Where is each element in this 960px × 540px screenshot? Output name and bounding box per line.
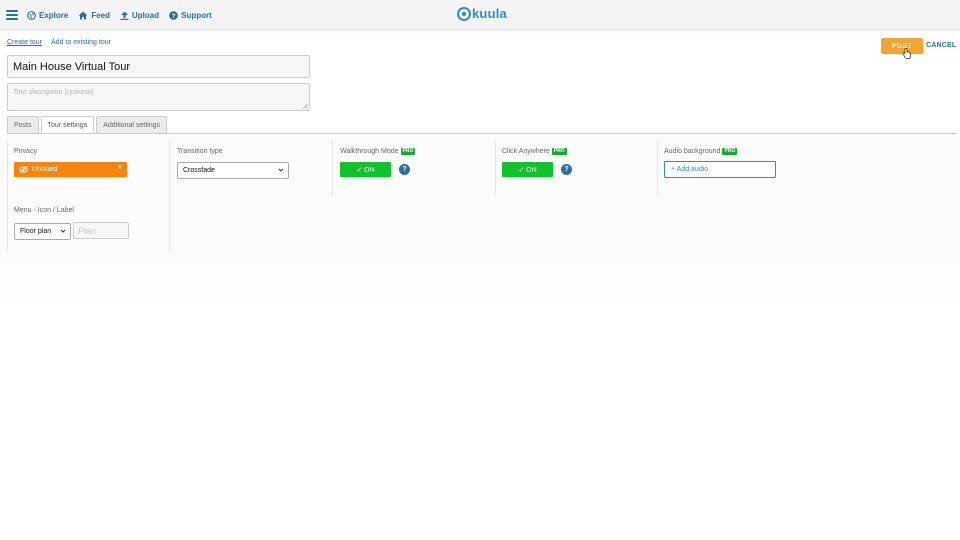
walkthrough-label: Walkthrough Mode PRO xyxy=(340,148,416,155)
description-placeholder: Tour description (optional) xyxy=(13,89,94,96)
tab-divider xyxy=(7,133,957,134)
privacy-panel: Privacy Unlisted ▼ xyxy=(7,140,170,196)
chevron-down-icon xyxy=(60,229,66,233)
nav-explore-label: Explore xyxy=(39,10,69,20)
resize-handle-icon[interactable] xyxy=(302,103,308,109)
click-anywhere-label: Click Anywhere PRO xyxy=(502,148,567,155)
tour-title-input[interactable]: Main House Virtual Tour xyxy=(7,55,310,78)
menu-label: Menu - Icon / Label xyxy=(14,207,74,214)
logo-text: kuula xyxy=(472,6,507,21)
click-anywhere-panel: Click Anywhere PRO ✓ ON ? xyxy=(495,140,658,196)
nav-explore[interactable]: Explore xyxy=(27,11,68,20)
tab-additional-settings[interactable]: Additional settings xyxy=(96,116,168,134)
tab-posts[interactable]: Posts xyxy=(7,116,39,134)
globe-icon xyxy=(27,10,36,20)
walkthrough-panel: Walkthrough Mode PRO ✓ ON ? xyxy=(333,140,496,196)
home-icon xyxy=(78,11,88,19)
click-anywhere-label-text: Click Anywhere xyxy=(502,148,550,155)
pro-badge: PRO xyxy=(400,148,416,155)
nav-support-label: Support xyxy=(181,10,212,20)
nav-feed-label: Feed xyxy=(91,10,111,20)
top-navigation-bar: Explore Feed Upload ? Support kuula xyxy=(0,0,960,30)
menu-panel: Menu - Icon / Label Floor plan Plan xyxy=(7,196,170,252)
click-anywhere-help-icon[interactable]: ? xyxy=(561,164,572,175)
walkthrough-toggle[interactable]: ✓ ON xyxy=(340,162,391,177)
menu-label-placeholder: Plan xyxy=(78,225,97,236)
svg-text:?: ? xyxy=(172,12,176,19)
main-nav: Explore Feed Upload ? Support xyxy=(6,0,222,30)
click-anywhere-toggle[interactable]: ✓ ON xyxy=(502,162,553,177)
audio-label: Audio background PRO xyxy=(664,148,738,155)
audio-label-text: Audio background xyxy=(664,148,721,155)
privacy-value: Unlisted xyxy=(32,166,58,173)
question-icon: ? xyxy=(169,10,178,19)
settings-tabs: Posts Tour settings Additional settings xyxy=(7,116,169,134)
nav-feed[interactable]: Feed xyxy=(78,11,110,20)
transition-select[interactable]: Crossfade xyxy=(177,162,289,179)
transition-value: Crossfade xyxy=(183,167,215,174)
pro-badge: PRO xyxy=(551,148,567,155)
privacy-select[interactable]: Unlisted ▼ xyxy=(14,162,127,177)
chevron-down-icon xyxy=(278,168,284,172)
create-tour-link[interactable]: Create tour xyxy=(7,39,42,46)
tour-description-input[interactable]: Tour description (optional) xyxy=(7,83,310,111)
hand-cursor-icon xyxy=(902,48,911,59)
walkthrough-help-icon[interactable]: ? xyxy=(399,164,410,175)
nav-upload[interactable]: Upload xyxy=(120,11,159,20)
walkthrough-label-text: Walkthrough Mode xyxy=(340,148,399,155)
cancel-button[interactable]: CANCEL xyxy=(926,42,956,49)
menu-icon-select[interactable]: Floor plan xyxy=(14,223,71,240)
transition-label: Transition type xyxy=(177,148,223,155)
nav-upload-label: Upload xyxy=(132,10,160,20)
menu-label-input[interactable]: Plan xyxy=(73,222,129,239)
breadcrumb: Create tour Add to existing tour xyxy=(7,39,120,46)
privacy-dropdown-icon: ▼ xyxy=(117,165,123,171)
logo-ring-icon xyxy=(457,6,471,21)
pro-badge: PRO xyxy=(722,148,738,155)
tab-tour-settings[interactable]: Tour settings xyxy=(40,116,95,134)
hamburger-menu-icon[interactable] xyxy=(6,10,18,20)
add-existing-tour-link[interactable]: Add to existing tour xyxy=(51,39,111,46)
add-audio-button[interactable]: + Add audio xyxy=(664,161,776,178)
privacy-label: Privacy xyxy=(14,148,37,155)
upload-icon xyxy=(120,11,129,20)
transition-panel: Transition type Crossfade xyxy=(170,140,333,196)
eye-slash-icon xyxy=(19,166,28,173)
audio-panel: Audio background PRO + Add audio xyxy=(657,140,820,196)
menu-icon-value: Floor plan xyxy=(20,228,52,235)
nav-support[interactable]: ? Support xyxy=(169,11,212,20)
kuula-logo[interactable]: kuula xyxy=(457,6,507,21)
content-fade xyxy=(0,252,960,312)
